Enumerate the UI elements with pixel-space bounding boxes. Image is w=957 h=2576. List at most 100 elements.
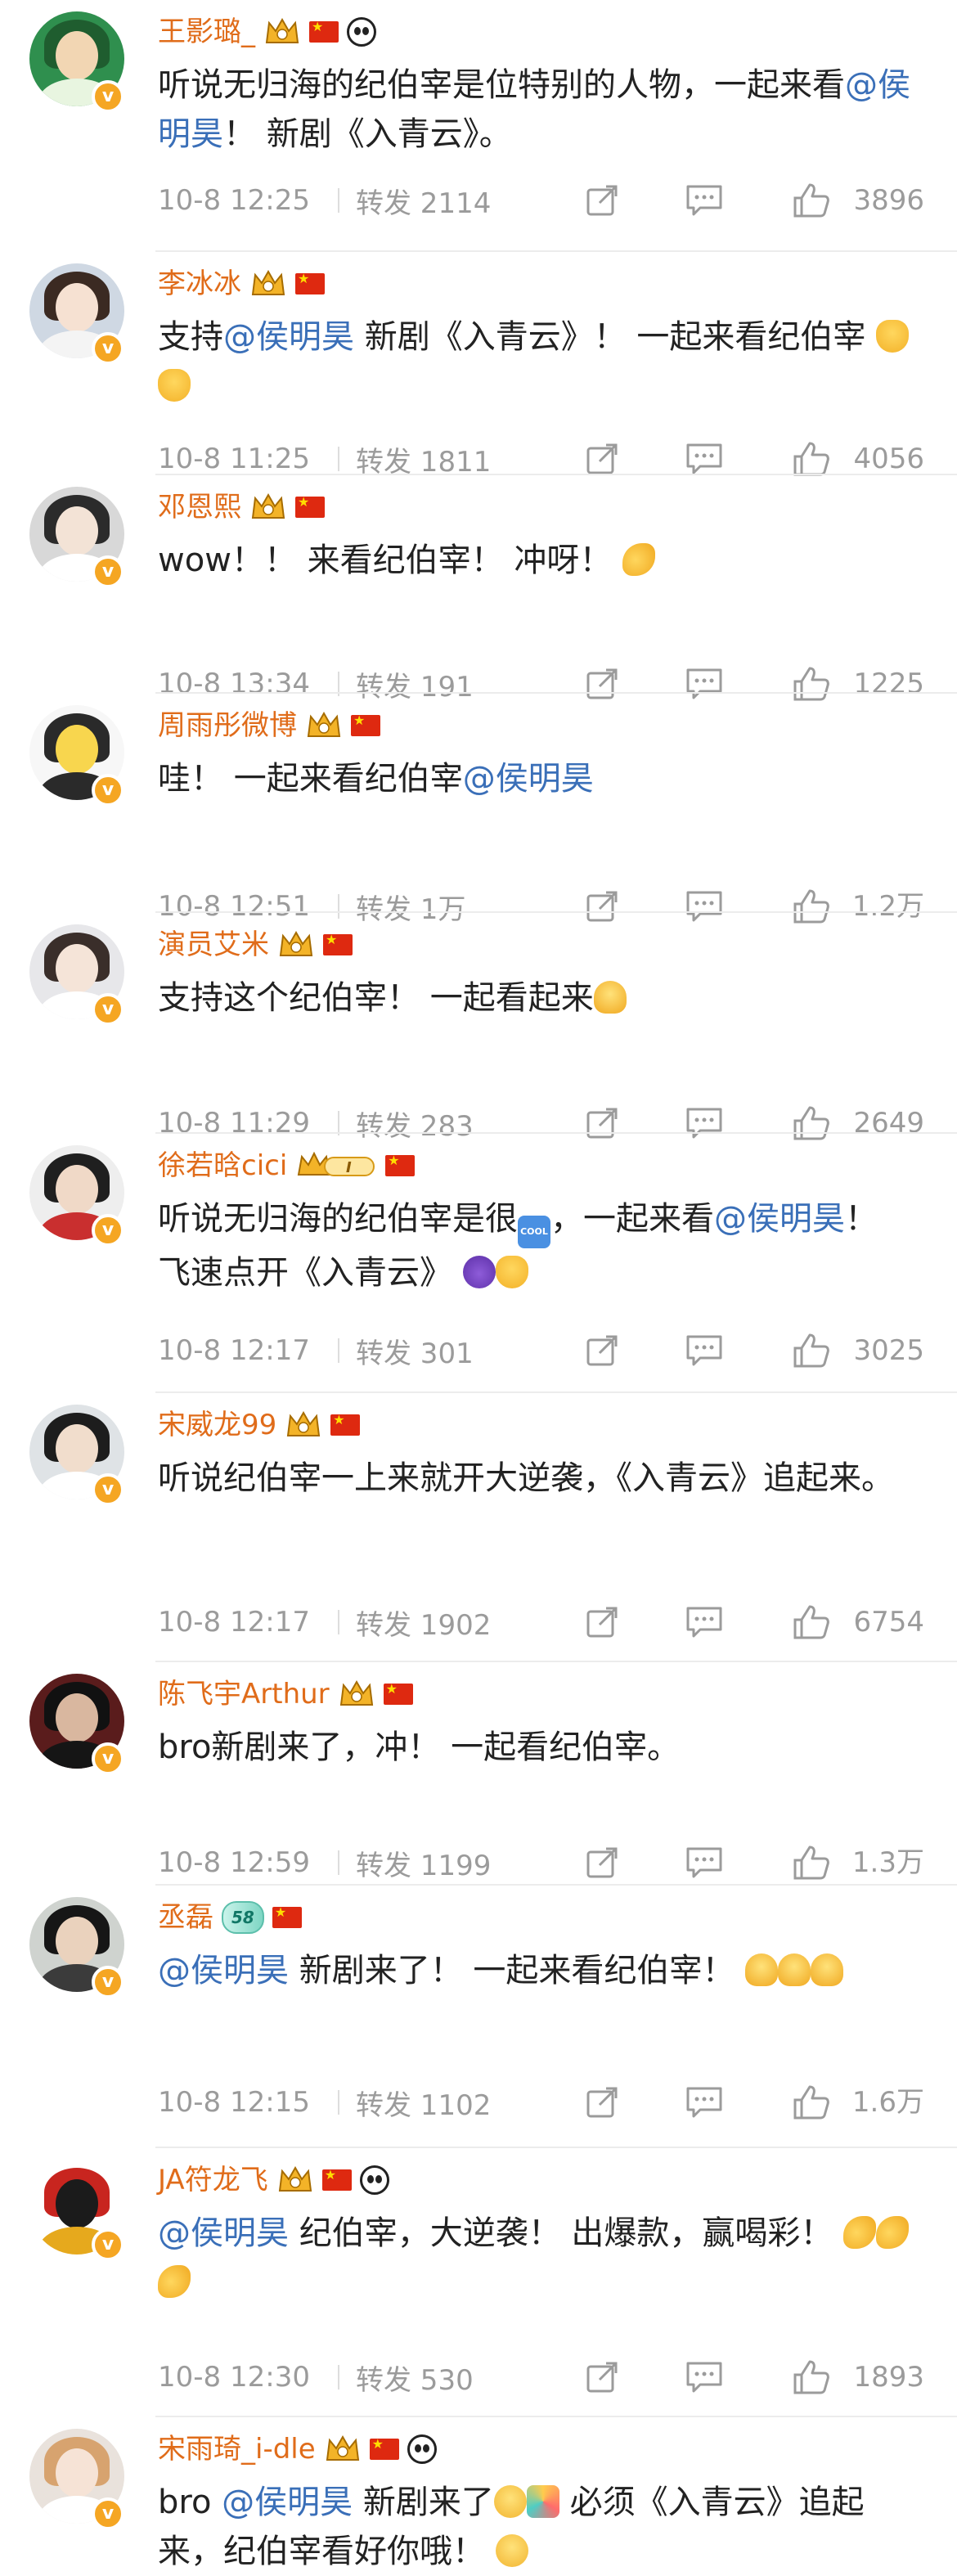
comment-icon[interactable]: [684, 1602, 725, 1643]
comment-icon[interactable]: [684, 2082, 725, 2123]
meta-row: 10-8 12:59 转发 1199 1.3万: [158, 1842, 957, 1883]
china-flag-icon: [309, 19, 339, 43]
name-row: 周雨彤微博: [158, 705, 380, 746]
mention-link[interactable]: @侯明昊: [223, 318, 354, 356]
username[interactable]: 陈飞宇Arthur: [158, 1676, 330, 1712]
username[interactable]: 王影璐_: [158, 14, 255, 50]
verified-badge-icon: v: [92, 555, 124, 588]
cool-emoji-icon: COOL: [518, 1216, 550, 1248]
username[interactable]: 周雨彤微博: [158, 708, 297, 744]
username[interactable]: 邓恩熙: [158, 489, 241, 525]
vip-crown-icon[interactable]: [305, 710, 343, 741]
comment-text-segment: 新剧来了: [353, 2484, 494, 2521]
repost-count[interactable]: 转发 1102: [356, 2083, 568, 2123]
china-flag-icon: [295, 494, 325, 518]
panda-icon: [347, 17, 376, 47]
comment-text: 哇！ 一起来看纪伯宰@侯明昊: [158, 754, 910, 803]
comment-text-segment: ，一起来看: [550, 1200, 714, 1238]
username[interactable]: 宋雨琦_i-dle: [158, 2431, 316, 2467]
level-badge[interactable]: 58: [222, 1901, 264, 1934]
thumb-up-icon[interactable]: [792, 1330, 831, 1371]
timestamp: 10-8 12:17: [158, 1606, 310, 1639]
thumb-up-icon[interactable]: [792, 1602, 831, 1643]
vip-crown-icon[interactable]: [249, 492, 287, 523]
share-icon[interactable]: [583, 1602, 621, 1643]
vip-crown-icon[interactable]: [263, 16, 301, 47]
vip-crown-icon[interactable]: I: [295, 1150, 377, 1181]
username[interactable]: 丞磊: [158, 1899, 213, 1935]
name-row: 李冰冰: [158, 263, 325, 304]
verified-badge-icon: v: [92, 1473, 124, 1506]
share-icon[interactable]: [583, 1842, 621, 1883]
china-flag-icon: [330, 1412, 361, 1436]
name-row: 徐若晗cici I: [158, 1145, 416, 1186]
vip-crown-icon[interactable]: [276, 2165, 314, 2196]
username[interactable]: 徐若晗cici: [158, 1148, 287, 1184]
username[interactable]: 宋威龙99: [158, 1407, 276, 1443]
vip-crown-icon[interactable]: [324, 2434, 362, 2465]
comment-text-segment: 哇！ 一起来看纪伯宰: [158, 760, 463, 798]
comment-item: v 王影璐_ 听说无归海的纪伯宰是位特别的人物，一起来看@侯明昊！ 新剧《入青云》。…: [0, 0, 957, 252]
verified-badge-icon: v: [92, 80, 124, 113]
thumb-up-icon[interactable]: [792, 2357, 831, 2398]
comment-text: 听说纪伯宰一上来就开大逆袭，《入青云》追起来。: [158, 1454, 910, 1552]
comment-text-segment: 新剧来了！ 一起来看纪伯宰！: [289, 1952, 746, 1989]
vip-crown-icon[interactable]: [277, 929, 315, 960]
mention-link[interactable]: @侯明昊: [158, 1952, 289, 1989]
divider: [338, 1610, 339, 1634]
comment-text: 听说无归海的纪伯宰是很 COOL，一起来看@侯明昊！ 飞速点开《入青云》: [158, 1194, 910, 1292]
comment-text-segment: wow！！ 来看纪伯宰！ 冲呀！: [158, 542, 623, 579]
name-row: JA符龙飞: [158, 2160, 389, 2201]
share-icon[interactable]: [583, 2082, 621, 2123]
name-row: 陈飞宇Arthur: [158, 1674, 413, 1715]
username[interactable]: JA符龙飞: [158, 2162, 268, 2198]
comment-icon[interactable]: [684, 180, 725, 221]
comment-text-segment: bro: [158, 2484, 222, 2521]
vip-crown-icon[interactable]: [249, 268, 287, 299]
china-flag-icon: [351, 713, 380, 736]
comment-feed: v王影璐_听说无归海的纪伯宰是位特别的人物，一起来看@侯明昊！ 新剧《入青云》。…: [0, 0, 957, 2574]
thumb-emoji-icon: [778, 1953, 811, 1986]
username[interactable]: 李冰冰: [158, 266, 241, 302]
devil-emoji-icon: [462, 1256, 496, 1288]
share-icon[interactable]: [583, 1330, 621, 1371]
china-flag-icon: [323, 932, 353, 955]
name-row: 演员艾米: [158, 924, 353, 965]
meta-row: 10-8 12:25 转发 2114 3896: [158, 180, 957, 221]
repost-count[interactable]: 转发 301: [356, 1331, 568, 1371]
thumb-up-icon[interactable]: [792, 2082, 831, 2123]
share-icon[interactable]: [583, 2357, 621, 2398]
comment-icon[interactable]: [684, 1842, 725, 1883]
vip-crown-icon[interactable]: [338, 1679, 375, 1710]
mention-link[interactable]: @侯明昊: [714, 1200, 845, 1238]
repost-count[interactable]: 转发 1902: [356, 1603, 568, 1643]
vip-crown-icon[interactable]: [285, 1409, 322, 1441]
comment-item: v邓恩熙wow！！ 来看纪伯宰！ 冲呀！ 10-8 13:34转发 191122…: [0, 475, 957, 704]
repost-count[interactable]: 转发 1199: [356, 1843, 568, 1883]
comment-item: v李冰冰支持@侯明昊 新剧《入青云》！ 一起来看纪伯宰 10-8 11:25转发…: [0, 252, 957, 479]
like-count: 1893: [853, 2361, 924, 2394]
china-flag-icon: [272, 1904, 302, 1928]
repost-count[interactable]: 转发 2114: [356, 181, 568, 221]
comment-text: wow！！ 来看纪伯宰！ 冲呀！: [158, 536, 910, 585]
thumb-up-icon[interactable]: [792, 1842, 831, 1883]
mention-link[interactable]: @侯明昊: [158, 2214, 289, 2252]
comment-item: v周雨彤微博哇！ 一起来看纪伯宰@侯明昊10-8 12:51转发 1万1.2万: [0, 694, 957, 926]
svg-text:I: I: [346, 1159, 352, 1176]
username[interactable]: 演员艾米: [158, 927, 269, 963]
meta-row: 10-8 12:15 转发 1102 1.6万: [158, 2082, 957, 2123]
timestamp: 10-8 12:25: [158, 184, 310, 217]
comment-icon[interactable]: [684, 1330, 725, 1371]
comment-icon[interactable]: [684, 2357, 725, 2398]
repost-count[interactable]: 转发 530: [356, 2358, 568, 2398]
mention-link[interactable]: @侯明昊: [463, 760, 594, 798]
like-count: 3896: [853, 184, 924, 217]
divider: [338, 447, 339, 471]
thumb-up-icon[interactable]: [792, 180, 831, 221]
like-count: 6754: [853, 1606, 924, 1639]
comment-text: 支持这个纪伯宰！ 一起看起来: [158, 973, 910, 1023]
name-row: 宋雨琦_i-dle: [158, 2429, 437, 2470]
share-icon[interactable]: [583, 180, 621, 221]
victory-emoji-icon: [876, 320, 910, 353]
mention-link[interactable]: @侯明昊: [222, 2484, 353, 2521]
